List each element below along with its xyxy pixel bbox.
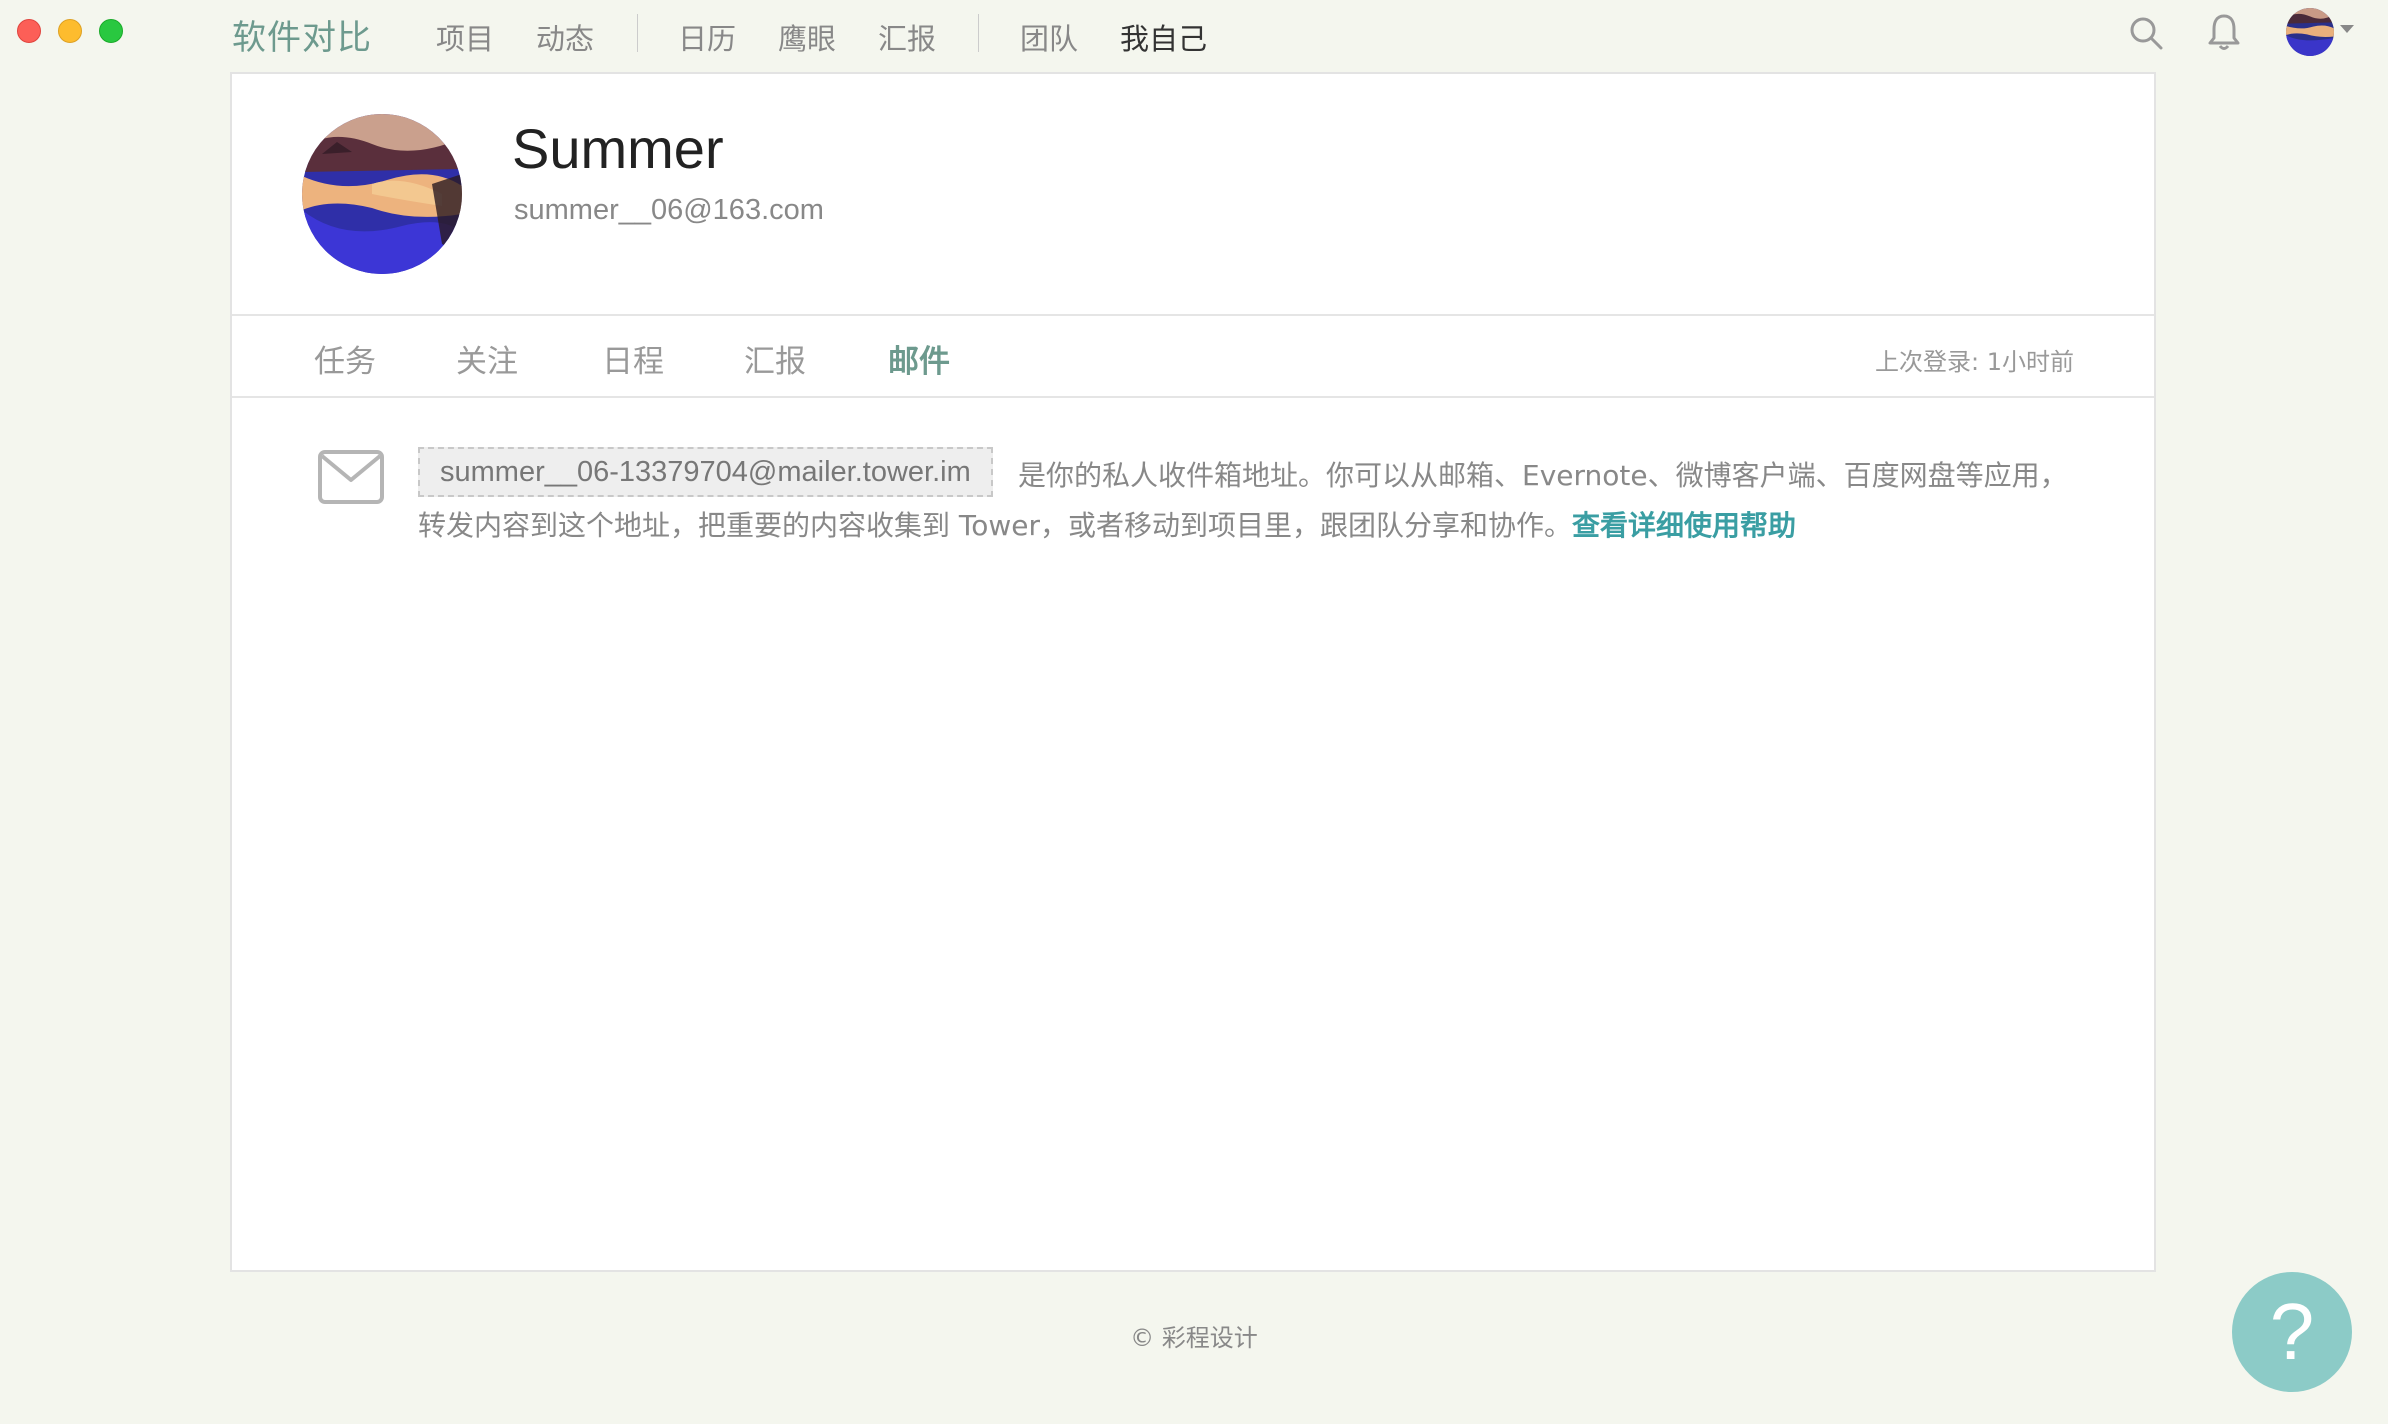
divider (232, 314, 2154, 316)
help-link[interactable]: 查看详细使用帮助 (1572, 509, 1796, 542)
divider (232, 396, 2154, 398)
mail-description-line1: 是你的私人收件箱地址。你可以从邮箱、Evernote、微博客户端、百度网盘等应用… (1018, 459, 2068, 492)
mail-description-line2: 转发内容到这个地址，把重要的内容收集到 Tower，或者移动到项目里，跟团队分享… (418, 504, 1796, 544)
nav-item-projects[interactable]: 项目 (436, 16, 494, 58)
bell-icon[interactable] (2206, 12, 2242, 52)
profile-name: Summer (512, 117, 724, 180)
last-login-text: 上次登录: 1小时前 (1875, 348, 2074, 376)
profile-email: summer__06@163.com (514, 194, 824, 226)
search-icon[interactable] (2128, 15, 2164, 51)
nav-item-activity[interactable]: 动态 (536, 16, 594, 58)
tab-reports[interactable]: 汇报 (744, 336, 806, 381)
private-mail-address[interactable]: summer__06-13379704@mailer.tower.im (418, 447, 993, 497)
avatar[interactable] (2286, 8, 2334, 56)
nav-item-calendar[interactable]: 日历 (678, 16, 736, 58)
brand-logo[interactable]: 软件对比 (232, 10, 372, 59)
footer-copyright: © 彩程设计 (1130, 1324, 1258, 1352)
tab-mail[interactable]: 邮件 (888, 336, 950, 381)
nav-item-me[interactable]: 我自己 (1120, 16, 1207, 58)
nav-item-team[interactable]: 团队 (1020, 16, 1078, 58)
help-button[interactable]: ? (2232, 1272, 2352, 1392)
envelope-icon (318, 450, 384, 504)
tab-follow[interactable]: 关注 (456, 336, 518, 381)
nav-divider (978, 14, 979, 52)
nav-divider (637, 14, 638, 52)
chevron-down-icon[interactable] (2340, 25, 2354, 33)
profile-card: Summer summer__06@163.com 任务 关注 日程 汇报 邮件… (230, 72, 2156, 1272)
tab-schedule[interactable]: 日程 (602, 336, 664, 381)
mail-description-text: 转发内容到这个地址，把重要的内容收集到 Tower，或者移动到项目里，跟团队分享… (418, 509, 1573, 542)
profile-avatar (302, 114, 462, 274)
top-nav: 软件对比 项目 动态 日历 鹰眼 汇报 团队 我自己 (0, 0, 2388, 72)
nav-item-reports[interactable]: 汇报 (878, 16, 936, 58)
tab-tasks[interactable]: 任务 (314, 336, 376, 381)
nav-item-eagle-eye[interactable]: 鹰眼 (778, 16, 836, 58)
